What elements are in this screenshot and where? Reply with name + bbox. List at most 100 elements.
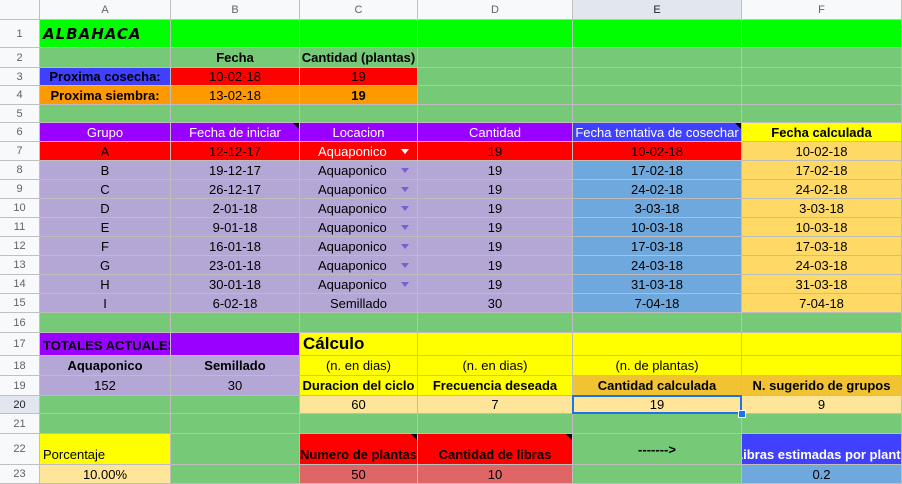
row-header-4[interactable]: 4 — [0, 86, 40, 105]
row-header-8[interactable]: 8 — [0, 161, 40, 180]
row-header-23[interactable]: 23 — [0, 465, 40, 484]
comment-indicator-icon[interactable] — [566, 434, 572, 440]
cell-F16[interactable] — [742, 313, 902, 333]
cell-E2[interactable] — [573, 48, 742, 68]
row-header-2[interactable]: 2 — [0, 48, 40, 68]
locacion-dropdown[interactable]: Aquaponico — [300, 199, 418, 218]
calculo-label[interactable]: Cálculo — [300, 333, 418, 356]
fecha-iniciar-cell[interactable]: 26-12-17 — [171, 180, 300, 199]
cell-A2[interactable] — [40, 48, 171, 68]
chevron-down-icon[interactable] — [401, 225, 409, 230]
frecuencia-value[interactable]: 7 — [418, 396, 573, 414]
cantidad-libras-label[interactable]: Cantidad de libras — [418, 434, 573, 465]
select-all-corner[interactable] — [0, 0, 40, 20]
cantidad-cell[interactable]: 19 — [418, 256, 573, 275]
fill-handle[interactable] — [738, 410, 746, 418]
fecha-iniciar-cell[interactable]: 30-01-18 — [171, 275, 300, 294]
porcentaje-value[interactable]: 10.00% — [40, 465, 171, 484]
cell-E5[interactable] — [573, 105, 742, 123]
row-header-10[interactable]: 10 — [0, 199, 40, 218]
cell-E16[interactable] — [573, 313, 742, 333]
cantidad-cell[interactable]: 30 — [418, 294, 573, 313]
cell-C5[interactable] — [300, 105, 418, 123]
row-header-18[interactable]: 18 — [0, 356, 40, 376]
frecuencia-label[interactable]: Frecuencia deseada — [418, 376, 573, 396]
row-header-17[interactable]: 17 — [0, 333, 40, 356]
fecha-iniciar-cell[interactable]: 16-01-18 — [171, 237, 300, 256]
arrow-indicator[interactable]: -------> — [573, 434, 742, 465]
locacion-dropdown[interactable]: Aquaponico — [300, 256, 418, 275]
fecha-tentativa-cell[interactable]: 10-02-18 — [573, 142, 742, 161]
grupo-cell[interactable]: F — [40, 237, 171, 256]
cell-B21[interactable] — [171, 414, 300, 434]
fecha-calculada-cell[interactable]: 10-03-18 — [742, 218, 902, 237]
fecha-tentativa-cell[interactable]: 17-02-18 — [573, 161, 742, 180]
cantidad-cell[interactable]: 19 — [418, 199, 573, 218]
row-header-15[interactable]: 15 — [0, 294, 40, 313]
cell-B17[interactable] — [171, 333, 300, 356]
fecha-calculada-cell[interactable]: 24-02-18 — [742, 180, 902, 199]
grupo-cell[interactable]: E — [40, 218, 171, 237]
semillado-total[interactable]: 30 — [171, 376, 300, 396]
totales-actuales-label[interactable]: TOTALES ACTUALES — [40, 333, 171, 356]
locacion-dropdown[interactable]: Aquaponico — [300, 275, 418, 294]
cell-A16[interactable] — [40, 313, 171, 333]
sheet-title[interactable]: ALBAHACA — [40, 20, 171, 48]
cell-A21[interactable] — [40, 414, 171, 434]
fecha-calculada-cell[interactable]: 17-02-18 — [742, 161, 902, 180]
chevron-down-icon[interactable] — [401, 282, 409, 287]
cell-E1[interactable] — [573, 20, 742, 48]
cell-F4[interactable] — [742, 86, 902, 105]
cell-B23[interactable] — [171, 465, 300, 484]
grupos-sugeridos-value[interactable]: 9 — [742, 396, 902, 414]
fecha-header[interactable]: Fecha — [171, 48, 300, 68]
fecha-tentativa-cell[interactable]: 31-03-18 — [573, 275, 742, 294]
fecha-tentativa-cell[interactable]: 24-03-18 — [573, 256, 742, 275]
cell-A5[interactable] — [40, 105, 171, 123]
proxima-siembra-label[interactable]: Proxima siembra: — [40, 86, 171, 105]
column-header-D[interactable]: D — [418, 0, 573, 20]
table-header-3[interactable]: Locacion — [300, 123, 418, 142]
cell-D1[interactable] — [418, 20, 573, 48]
fecha-iniciar-cell[interactable]: 9-01-18 — [171, 218, 300, 237]
locacion-dropdown[interactable]: Aquaponico — [300, 142, 418, 161]
cantidad-cell[interactable]: 19 — [418, 237, 573, 256]
fecha-calculada-cell[interactable]: 31-03-18 — [742, 275, 902, 294]
column-header-E[interactable]: E — [573, 0, 742, 20]
grupo-cell[interactable]: A — [40, 142, 171, 161]
row-header-6[interactable]: 6 — [0, 123, 40, 142]
cell-D16[interactable] — [418, 313, 573, 333]
aquaponico-label[interactable]: Aquaponico — [40, 356, 171, 376]
row-header-21[interactable]: 21 — [0, 414, 40, 434]
comment-indicator-icon[interactable] — [735, 123, 741, 129]
fecha-calculada-cell[interactable]: 10-02-18 — [742, 142, 902, 161]
row-header-20[interactable]: 20 — [0, 396, 40, 414]
locacion-dropdown[interactable]: Aquaponico — [300, 180, 418, 199]
cell-C1[interactable] — [300, 20, 418, 48]
fecha-tentativa-cell[interactable]: 3-03-18 — [573, 199, 742, 218]
column-header-F[interactable]: F — [742, 0, 902, 20]
fecha-tentativa-cell[interactable]: 10-03-18 — [573, 218, 742, 237]
grupo-cell[interactable]: C — [40, 180, 171, 199]
cell-D21[interactable] — [418, 414, 573, 434]
fecha-iniciar-cell[interactable]: 12-12-17 — [171, 142, 300, 161]
fecha-iniciar-cell[interactable]: 19-12-17 — [171, 161, 300, 180]
row-header-19[interactable]: 19 — [0, 376, 40, 396]
chevron-down-icon[interactable] — [401, 187, 409, 192]
cantidad-plantas-header[interactable]: Cantidad (plantas) — [300, 48, 418, 68]
cell-C16[interactable] — [300, 313, 418, 333]
fecha-tentativa-cell[interactable]: 17-03-18 — [573, 237, 742, 256]
cell-E4[interactable] — [573, 86, 742, 105]
grupo-cell[interactable]: G — [40, 256, 171, 275]
table-header-2[interactable]: Fecha de iniciar — [171, 123, 300, 142]
table-header-4[interactable]: Cantidad — [418, 123, 573, 142]
cell-F5[interactable] — [742, 105, 902, 123]
cell-F18[interactable] — [742, 356, 902, 376]
fecha-iniciar-cell[interactable]: 2-01-18 — [171, 199, 300, 218]
grupo-cell[interactable]: D — [40, 199, 171, 218]
row-header-1[interactable]: 1 — [0, 20, 40, 48]
row-header-22[interactable]: 22 — [0, 434, 40, 465]
fecha-tentativa-cell[interactable]: 7-04-18 — [573, 294, 742, 313]
grupos-sugeridos-label[interactable]: N. sugerido de grupos — [742, 376, 902, 396]
table-header-5[interactable]: Fecha tentativa de cosechar — [573, 123, 742, 142]
